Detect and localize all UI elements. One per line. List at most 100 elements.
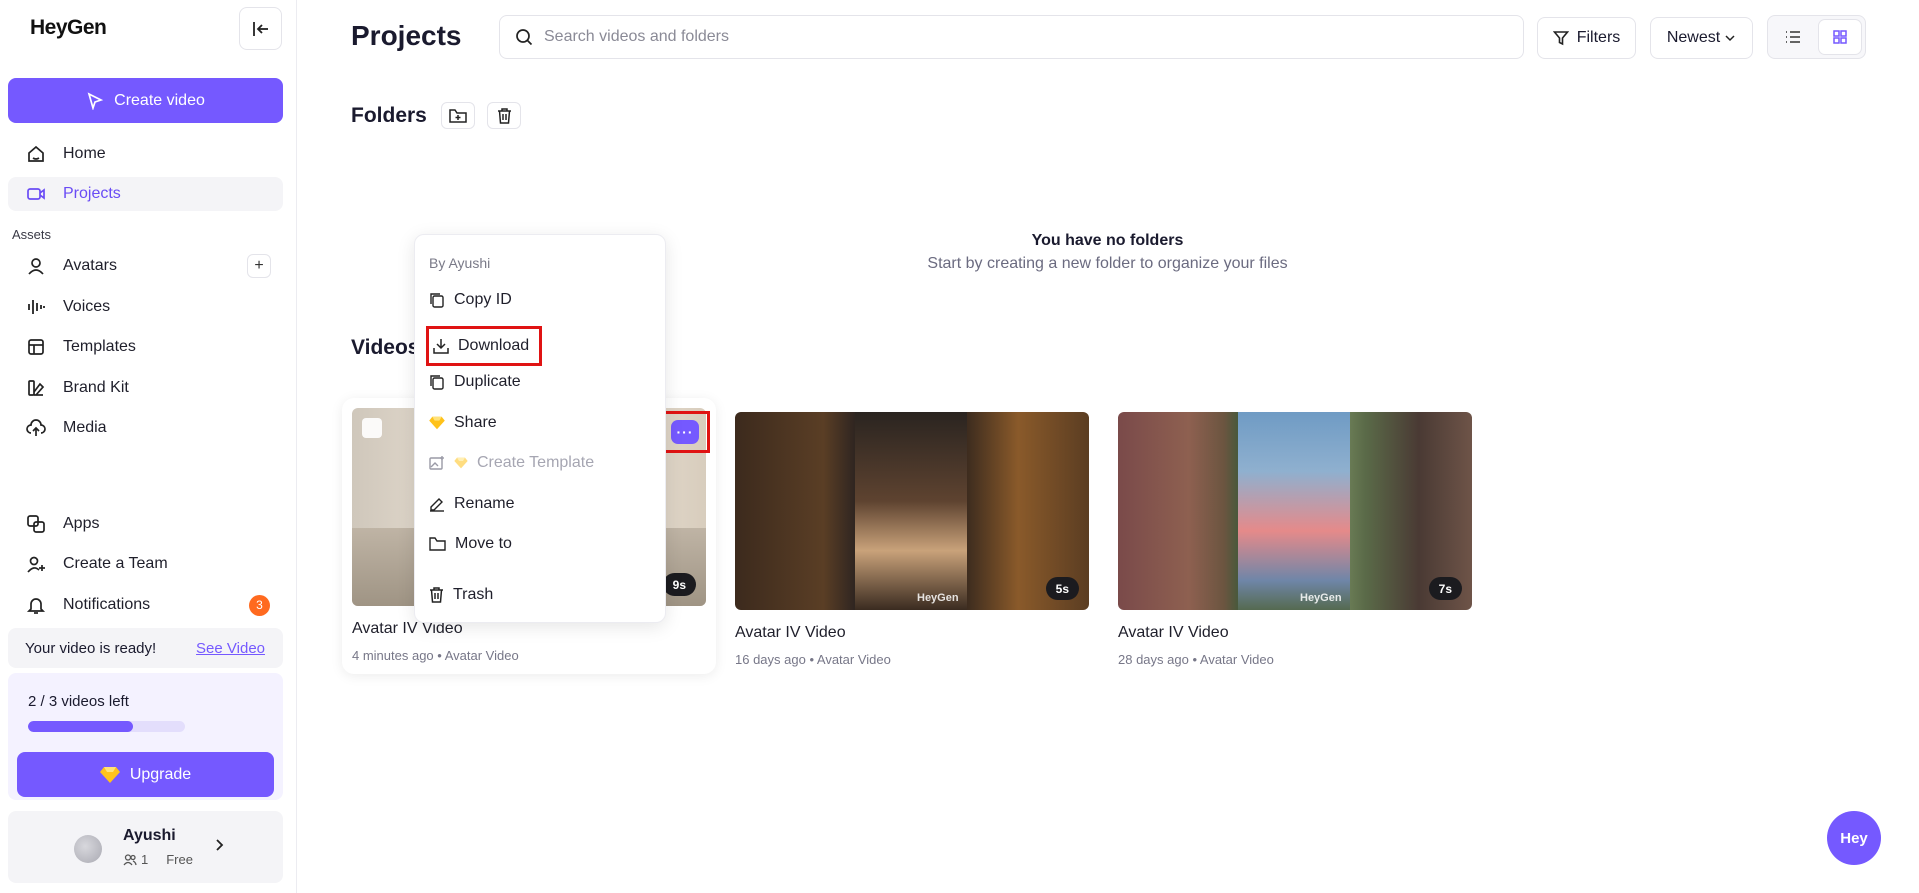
rename-icon [430,498,444,512]
search-bar[interactable] [499,15,1524,59]
sidebar-item-notifications[interactable]: Notifications 3 [8,588,283,622]
thumbnail-scene [1238,412,1350,610]
see-video-link[interactable]: See Video [196,640,265,657]
add-avatar-button[interactable]: + [247,254,271,278]
sidebar-item-create-team[interactable]: Create a Team [8,547,283,581]
video-title[interactable]: Avatar IV Video [1118,624,1229,642]
avatar [74,835,102,863]
menu-item-create-template: Create Template [429,449,594,477]
duplicate-icon [430,375,444,390]
upgrade-button[interactable]: Upgrade [17,752,274,797]
sidebar-item-templates[interactable]: Templates [8,330,283,364]
sidebar-item-label: Home [63,145,106,162]
chevron-down-icon [1725,35,1735,42]
user-name: Ayushi [123,827,176,844]
trash-icon [430,587,443,603]
sidebar-item-voices[interactable]: Voices [8,290,283,324]
search-input[interactable] [544,28,1444,46]
members-icon [123,853,137,865]
folder-icon [429,536,446,551]
video-thumbnail[interactable]: HeyGen 5s [735,412,1089,610]
menu-item-label: Rename [454,495,515,512]
filters-button[interactable]: Filters [1537,17,1636,59]
search-icon [516,29,533,46]
duration-badge: 7s [1428,577,1462,600]
menu-item-label: Move to [455,535,512,552]
user-meta: 1 Free [123,852,193,867]
view-toggle [1767,15,1866,59]
sidebar-item-label: Apps [63,515,100,532]
sidebar-item-projects[interactable]: Projects [8,177,283,211]
sidebar-item-label: Brand Kit [63,379,129,396]
duration-badge: 5s [1045,577,1079,600]
video-meta: 28 days ago • Avatar Video [1118,652,1274,667]
gem-icon [454,457,468,469]
thumbnail-scene [855,412,967,610]
video-ready-banner: Your video is ready! See Video [8,628,283,668]
menu-item-rename[interactable]: Rename [429,490,514,518]
home-icon [25,143,47,165]
sort-dropdown[interactable]: Newest [1650,17,1753,59]
video-title[interactable]: Avatar IV Video [735,624,846,642]
list-view-button[interactable] [1772,20,1815,54]
sidebar: HeyGen Create video Home Projects Assets… [0,0,297,893]
menu-item-share[interactable]: Share [429,409,497,437]
create-video-button[interactable]: Create video [8,78,283,123]
create-video-label: Create video [114,91,205,109]
empty-folders-subtitle: Start by creating a new folder to organi… [927,255,1288,272]
collapse-sidebar-button[interactable] [239,7,282,50]
video-ready-text: Your video is ready! [25,639,157,657]
quota-text: 2 / 3 videos left [28,693,129,710]
menu-item-download[interactable]: Download [426,326,543,366]
folders-title: Folders [351,104,427,127]
sidebar-item-avatars[interactable]: Avatars + [8,249,283,283]
more-horizontal-icon: ··· [671,420,699,444]
grid-view-button[interactable] [1818,20,1861,54]
quota-progress-fill [28,721,133,732]
video-icon [25,183,47,205]
sort-label: Newest [1666,29,1721,46]
video-quota-panel: 2 / 3 videos left Upgrade [8,673,283,800]
menu-item-duplicate[interactable]: Duplicate [429,368,521,396]
grid-icon [1833,30,1847,44]
heygen-logo[interactable]: HeyGen [30,16,107,40]
filters-label: Filters [1576,29,1621,46]
heygen-watermark: HeyGen [917,592,959,604]
menu-owner-label: By Ayushi [429,255,491,271]
gem-icon [429,416,445,430]
menu-item-move-to[interactable]: Move to [429,530,512,558]
sidebar-item-label: Media [63,419,107,436]
user-plan: Free [166,852,193,867]
duration-badge: 9s [662,573,696,596]
menu-item-trash[interactable]: Trash [429,581,493,609]
videos-title: Videos [351,336,420,359]
template-icon [429,456,444,470]
menu-item-label: Duplicate [454,373,521,390]
menu-item-copy-id[interactable]: Copy ID [429,286,512,314]
delete-folder-button[interactable] [487,102,521,129]
cursor-icon [87,91,104,110]
select-checkbox[interactable] [362,418,382,438]
chat-assistant-button[interactable]: Hey [1827,811,1881,865]
context-menu: By Ayushi Copy ID Download Duplicate Sha… [414,234,666,623]
user-icon [25,255,47,277]
menu-item-label: Download [458,337,530,354]
video-thumbnail[interactable]: HeyGen 7s [1118,412,1472,610]
menu-item-label: Trash [453,586,494,603]
new-folder-button[interactable] [441,102,475,129]
folder-plus-icon [449,108,467,123]
more-options-button[interactable]: ··· [660,411,710,453]
sidebar-item-apps[interactable]: Apps [8,507,283,541]
filter-icon [1552,31,1569,46]
user-profile[interactable]: Ayushi 1 Free [8,811,283,883]
list-icon [1786,31,1801,43]
sidebar-item-media[interactable]: Media [8,411,283,445]
sidebar-item-label: Create a Team [63,555,168,572]
palette-icon [25,377,47,399]
heygen-watermark: HeyGen [1300,592,1342,604]
bell-icon [25,594,47,616]
notification-badge: 3 [249,594,270,616]
sidebar-item-home[interactable]: Home [8,137,283,171]
sidebar-item-brand-kit[interactable]: Brand Kit [8,371,283,405]
empty-folders-title: You have no folders [1031,232,1184,249]
